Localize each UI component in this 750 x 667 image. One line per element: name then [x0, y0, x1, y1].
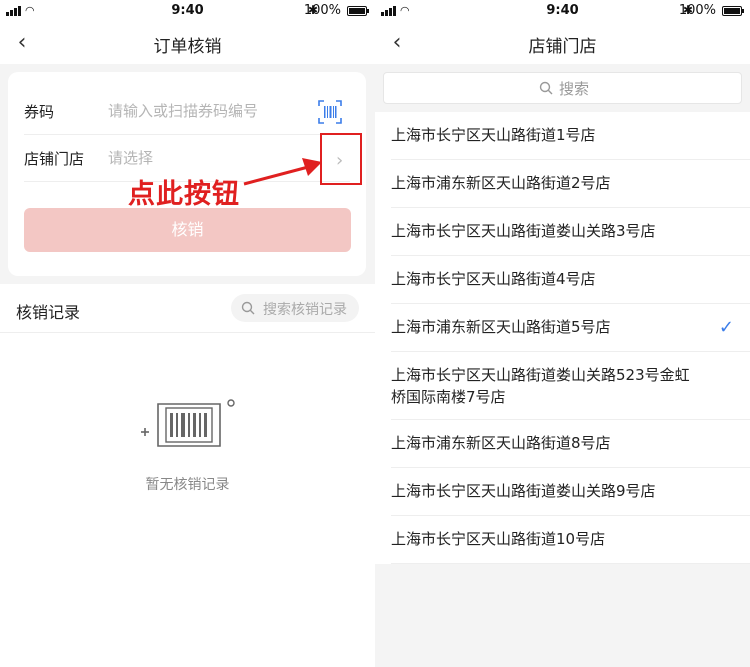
coupon-row: 券码 — [24, 88, 350, 135]
nav-bar: ‹ 订单核销 — [0, 22, 375, 64]
page-title: 订单核销 — [153, 37, 222, 57]
annotation-arrow-icon — [243, 158, 322, 186]
empty-state-text: 暂无核销记录 — [145, 477, 230, 493]
search-icon — [241, 301, 255, 315]
store-name: 上海市长宁区天山路街道4号店 — [391, 270, 596, 288]
store-name: 上海市浦东新区天山路街道5号店 — [391, 318, 611, 336]
page-title: 店铺门店 — [528, 37, 597, 57]
records-search-input[interactable]: 搜索核销记录 — [231, 294, 359, 322]
store-label: 店铺门店 — [24, 150, 85, 168]
store-name: 上海市长宁区天山路街道娄山关路523号金虹桥国际南楼7号店 — [391, 366, 690, 406]
status-bar: ◠ 9:40 ✱ 100% — [375, 0, 750, 22]
store-name: 上海市长宁区天山路街道1号店 — [391, 126, 596, 144]
store-list-item[interactable]: 上海市长宁区天山路街道娄山关路3号店 — [375, 208, 750, 256]
store-name: 上海市长宁区天山路街道10号店 — [391, 530, 606, 548]
store-list-item[interactable]: 上海市长宁区天山路街道10号店 — [375, 516, 750, 564]
battery-percent: 100% — [303, 3, 341, 18]
search-icon — [539, 81, 553, 95]
records-header: 核销记录 搜索核销记录 — [0, 284, 375, 333]
store-list-item[interactable]: 上海市长宁区天山路街道4号店 — [375, 256, 750, 304]
store-name: 上海市浦东新区天山路街道2号店 — [391, 174, 611, 192]
back-icon[interactable]: ‹ — [383, 28, 411, 58]
store-search-input[interactable]: 搜索 — [383, 72, 742, 104]
store-list: 上海市长宁区天山路街道1号店 上海市浦东新区天山路街道2号店 上海市长宁区天山路街道… — [375, 112, 750, 564]
store-name: 上海市长宁区天山路街道娄山关路9号店 — [391, 482, 656, 500]
store-list-item[interactable]: 上海市浦东新区天山路街道2号店 — [375, 160, 750, 208]
battery-percent: 100% — [678, 3, 716, 18]
status-bar: ◠ 9:40 ✱ 100% — [0, 0, 375, 22]
coupon-input[interactable] — [108, 100, 308, 122]
store-select-screen: ◠ 9:40 ✱ 100% ‹ 店铺门店 搜索 上海市长宁区天山路街道1号店 上海… — [375, 0, 750, 667]
store-list-item[interactable]: 上海市浦东新区天山路街道8号店 — [375, 420, 750, 468]
empty-barcode-illustration — [141, 399, 235, 447]
battery-icon — [722, 6, 744, 16]
battery-icon — [347, 6, 369, 16]
barcode-scan-icon[interactable] — [318, 100, 342, 124]
coupon-label: 券码 — [24, 103, 55, 121]
records-title: 核销记录 — [16, 303, 81, 322]
store-name: 上海市长宁区天山路街道娄山关路3号店 — [391, 222, 656, 240]
store-name: 上海市浦东新区天山路街道8号店 — [391, 434, 611, 452]
store-list-item[interactable]: 上海市长宁区天山路街道1号店 — [375, 112, 750, 160]
store-list-item[interactable]: 上海市浦东新区天山路街道5号店 ✓ — [375, 304, 750, 352]
order-verify-screen: ◠ 9:40 ✱ 100% ‹ 订单核销 券码 店铺门店 › 点此按钮 核销 — [0, 0, 375, 667]
annotation-label: 点此按钮 — [128, 179, 240, 210]
checkmark-icon: ✓ — [718, 317, 734, 338]
store-list-item[interactable]: 上海市长宁区天山路街道娄山关路523号金虹桥国际南楼7号店 — [375, 352, 750, 420]
store-search-placeholder: 搜索 — [559, 80, 590, 98]
verify-button[interactable]: 核销 — [24, 208, 351, 252]
records-search-placeholder: 搜索核销记录 — [263, 302, 347, 318]
store-list-item[interactable]: 上海市长宁区天山路街道娄山关路9号店 — [375, 468, 750, 516]
nav-bar: ‹ 店铺门店 — [375, 22, 750, 64]
back-icon[interactable]: ‹ — [8, 28, 36, 58]
